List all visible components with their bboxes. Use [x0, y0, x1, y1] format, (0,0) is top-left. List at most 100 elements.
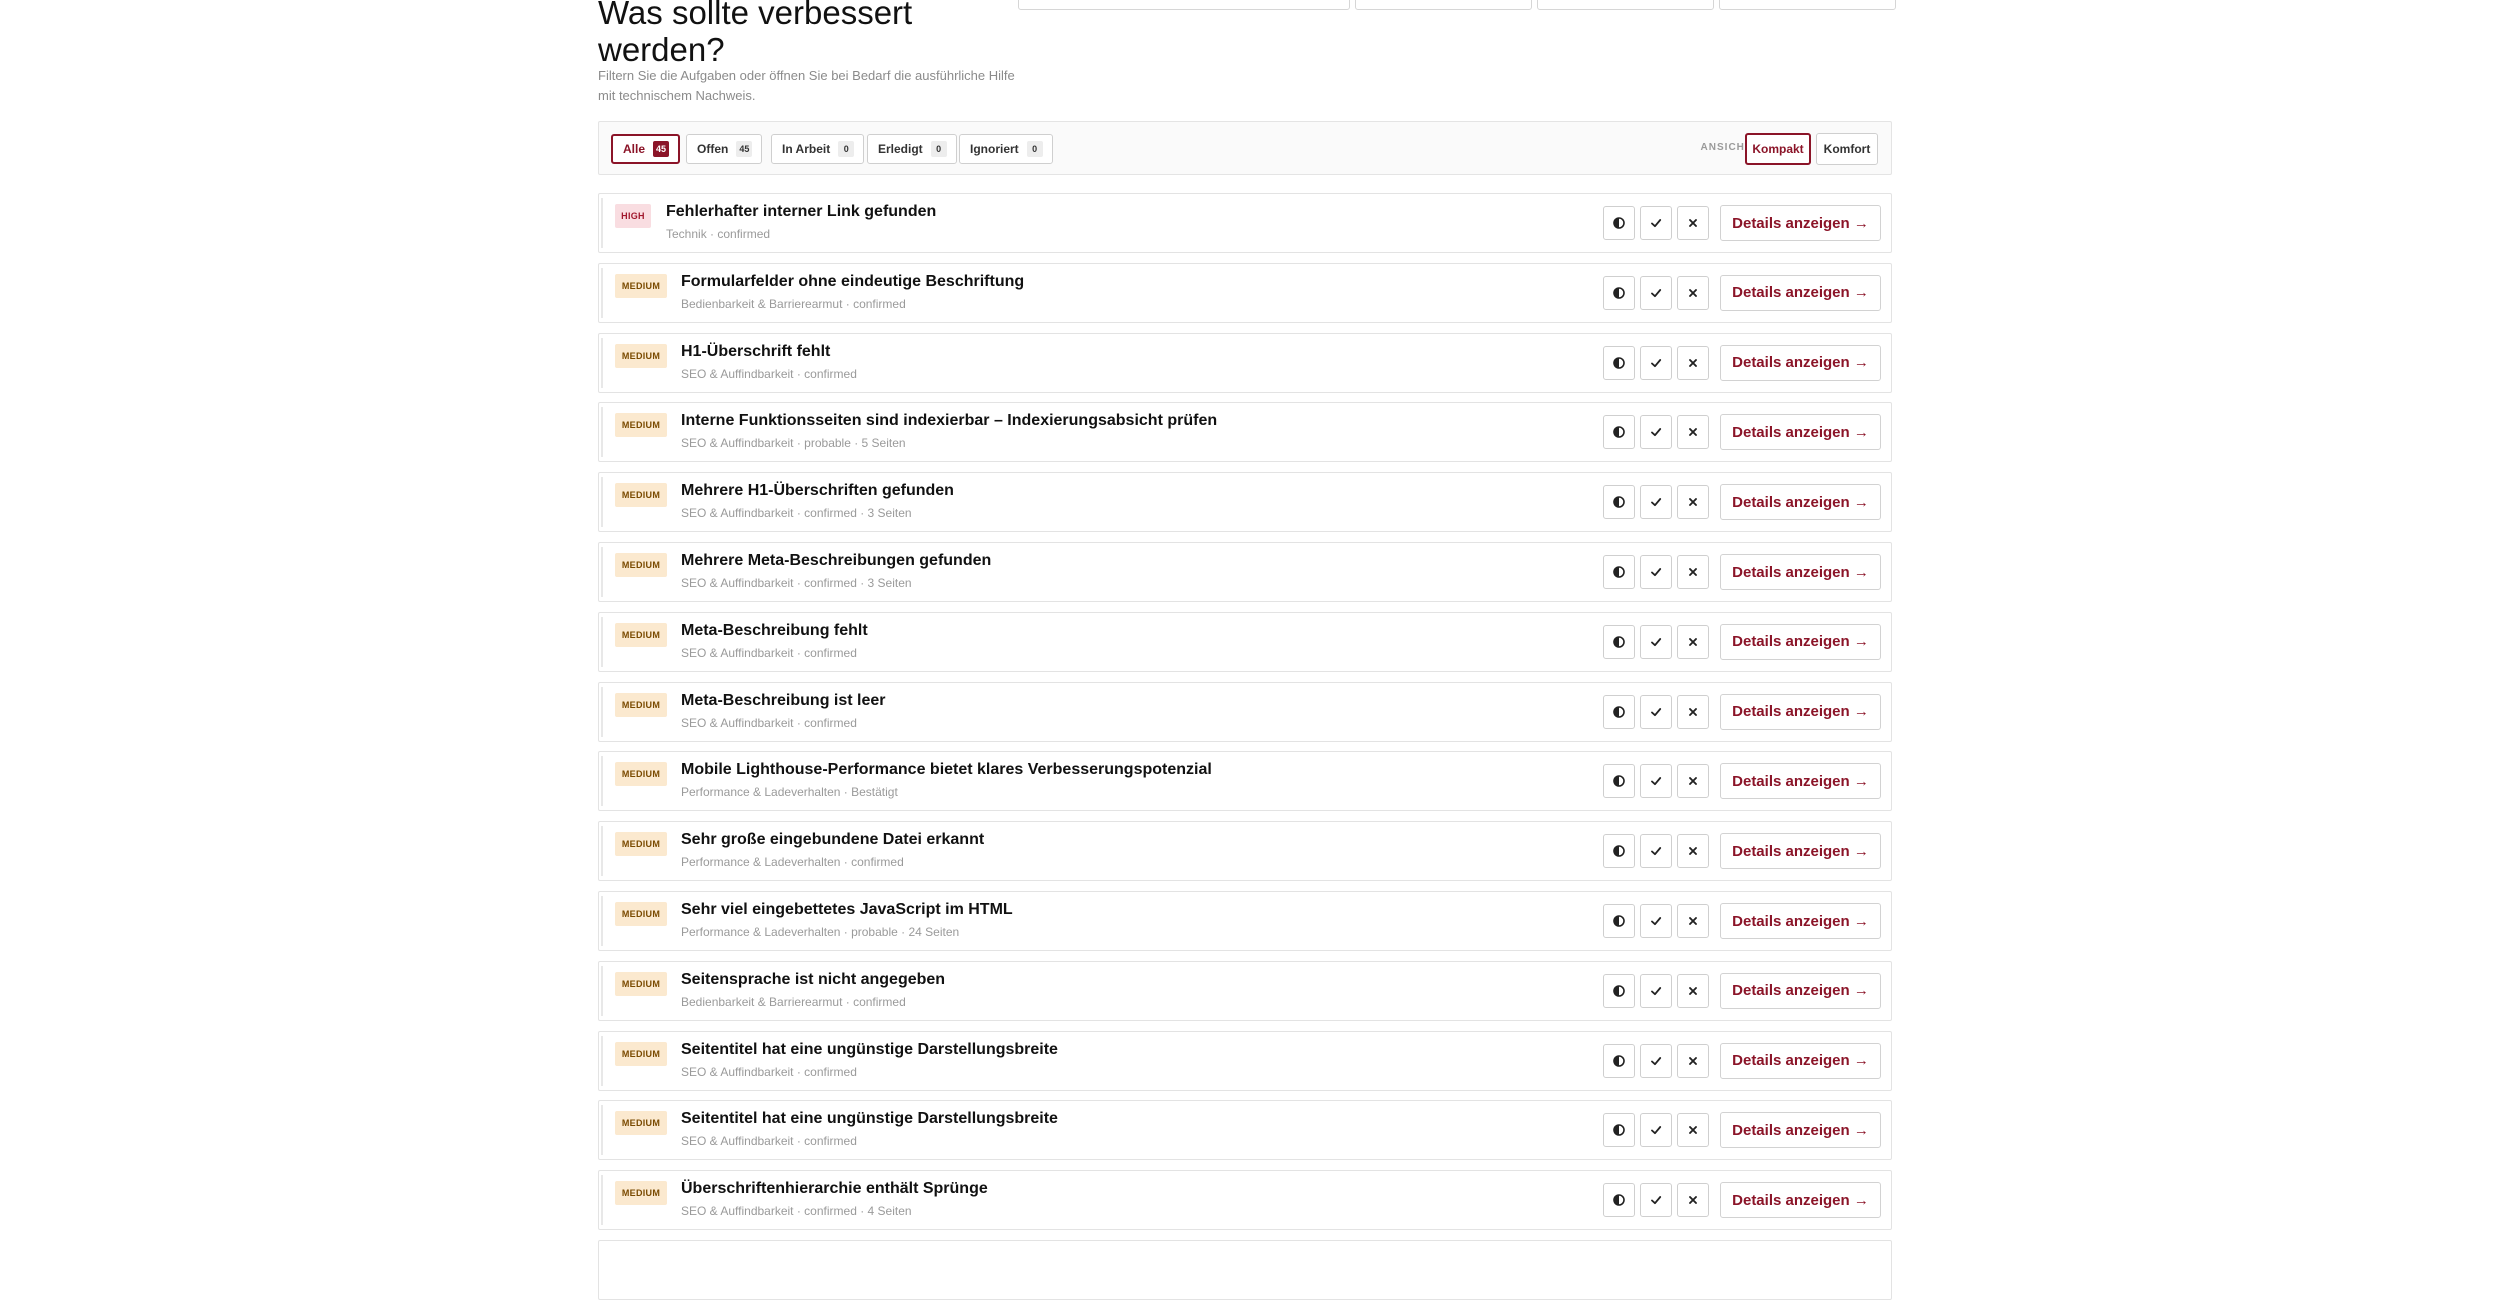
details-button[interactable]: Details anzeigen →	[1720, 484, 1881, 521]
issue-row: HIGH Fehlerhafter interner Link gefunden T…	[598, 193, 1892, 253]
details-button[interactable]: Details anzeigen →	[1720, 903, 1881, 939]
half-circle-icon	[1613, 705, 1625, 718]
details-button[interactable]: Details anzeigen →	[1720, 554, 1881, 590]
issue-title: Interne Funktionsseiten sind indexierbar…	[681, 412, 1218, 430]
mark-done-button[interactable]	[1640, 345, 1672, 380]
half-circle-icon	[1613, 426, 1625, 439]
mark-in-progress-button[interactable]	[1603, 834, 1635, 869]
severity-badge: MEDIUM	[615, 902, 667, 926]
mark-in-progress-button[interactable]	[1603, 1043, 1635, 1078]
issue-meta: Performance & Ladeverhalten · probable ·…	[681, 925, 960, 939]
close-icon	[1688, 497, 1698, 507]
close-icon	[1688, 1125, 1698, 1135]
ignore-button[interactable]	[1677, 555, 1709, 589]
mark-done-button[interactable]	[1640, 485, 1672, 520]
mark-done-button[interactable]	[1640, 1043, 1672, 1078]
ignore-button[interactable]	[1677, 1183, 1709, 1218]
view-komfort-button[interactable]: Komfort	[1816, 133, 1878, 165]
mark-in-progress-button[interactable]	[1603, 206, 1635, 240]
details-button[interactable]: Details anzeigen →	[1720, 1042, 1881, 1079]
half-circle-icon	[1613, 217, 1625, 229]
check-icon	[1650, 706, 1662, 718]
mark-done-button[interactable]	[1640, 415, 1672, 450]
mark-in-progress-button[interactable]	[1603, 485, 1635, 520]
details-button[interactable]: Details anzeigen →	[1720, 205, 1881, 241]
mark-in-progress-button[interactable]	[1603, 694, 1635, 729]
details-button[interactable]: Details anzeigen →	[1720, 833, 1881, 870]
ignore-button[interactable]	[1677, 694, 1709, 729]
close-icon	[1688, 358, 1698, 368]
mark-done-button[interactable]	[1640, 624, 1672, 659]
filter-chip-offen[interactable]: Offen 45	[686, 134, 763, 164]
issue-title: Mehrere Meta-Beschreibungen gefunden	[681, 552, 992, 569]
category-select-partial[interactable]	[1355, 0, 1532, 10]
sort-select-partial[interactable]	[1719, 0, 1896, 10]
filter-chip-label: Ignoriert	[970, 142, 1019, 156]
mark-in-progress-button[interactable]	[1603, 973, 1635, 1008]
mark-done-button[interactable]	[1640, 973, 1672, 1008]
severity-badge: MEDIUM	[615, 762, 667, 787]
ignore-button[interactable]	[1677, 973, 1709, 1008]
mark-done-button[interactable]	[1640, 206, 1672, 240]
row-accent	[601, 896, 603, 946]
ignore-button[interactable]	[1677, 904, 1709, 938]
mark-in-progress-button[interactable]	[1603, 764, 1635, 799]
issue-title: Mobile Lighthouse-Performance bietet kla…	[681, 761, 1212, 779]
ignore-button[interactable]	[1677, 206, 1709, 240]
mark-in-progress-button[interactable]	[1603, 1113, 1635, 1148]
details-button[interactable]: Details anzeigen →	[1720, 693, 1881, 730]
mark-in-progress-button[interactable]	[1603, 1183, 1635, 1218]
search-field-partial[interactable]	[1018, 0, 1350, 10]
mark-in-progress-button[interactable]	[1603, 345, 1635, 380]
filter-chip-erledigt[interactable]: Erledigt 0	[867, 134, 957, 164]
ignore-button[interactable]	[1677, 834, 1709, 869]
mark-done-button[interactable]	[1640, 834, 1672, 869]
mark-done-button[interactable]	[1640, 1113, 1672, 1148]
details-button[interactable]: Details anzeigen →	[1720, 1112, 1881, 1149]
ignore-button[interactable]	[1677, 624, 1709, 659]
details-button[interactable]: Details anzeigen →	[1720, 414, 1881, 451]
mark-in-progress-button[interactable]	[1603, 624, 1635, 659]
filter-chip-count: 0	[838, 141, 855, 157]
row-accent	[601, 337, 603, 388]
ignore-button[interactable]	[1677, 1113, 1709, 1148]
details-button[interactable]: Details anzeigen →	[1720, 274, 1881, 311]
details-button[interactable]: Details anzeigen →	[1720, 344, 1881, 381]
filter-chip-in-arbeit[interactable]: In Arbeit 0	[771, 134, 865, 164]
mark-done-button[interactable]	[1640, 764, 1672, 799]
close-icon	[1688, 1195, 1698, 1205]
filter-chip-alle[interactable]: Alle 45	[611, 134, 681, 164]
mark-in-progress-button[interactable]	[1603, 555, 1635, 589]
ignore-button[interactable]	[1677, 764, 1709, 799]
ignore-button[interactable]	[1677, 415, 1709, 450]
mark-in-progress-button[interactable]	[1603, 415, 1635, 450]
mark-done-button[interactable]	[1640, 275, 1672, 310]
details-button[interactable]: Details anzeigen →	[1720, 972, 1881, 1009]
ignore-button[interactable]	[1677, 275, 1709, 310]
check-icon	[1650, 566, 1662, 578]
row-accent	[601, 547, 603, 597]
ignore-button[interactable]	[1677, 345, 1709, 380]
ignore-button[interactable]	[1677, 1043, 1709, 1078]
half-circle-icon	[1613, 984, 1625, 997]
details-button[interactable]: Details anzeigen →	[1720, 1182, 1881, 1219]
severity-select-partial[interactable]	[1537, 0, 1714, 10]
issue-title: Meta-Beschreibung fehlt	[681, 621, 868, 639]
mark-done-button[interactable]	[1640, 1183, 1672, 1218]
issue-meta: SEO & Auffindbarkeit · confirmed	[681, 1064, 857, 1079]
mark-in-progress-button[interactable]	[1603, 275, 1635, 310]
mark-in-progress-button[interactable]	[1603, 904, 1635, 938]
details-button[interactable]: Details anzeigen →	[1720, 763, 1881, 800]
filter-chip-ignoriert[interactable]: Ignoriert 0	[959, 134, 1053, 164]
view-kompakt-button[interactable]: Kompakt	[1745, 133, 1811, 165]
row-accent	[601, 965, 603, 1016]
mark-done-button[interactable]	[1640, 904, 1672, 938]
ignore-button[interactable]	[1677, 485, 1709, 520]
mark-done-button[interactable]	[1640, 694, 1672, 729]
issue-row: MEDIUM Formularfelder ohne eindeutige Bes…	[598, 262, 1892, 323]
issue-row: MEDIUM Mehrere H1-Überschriften gefunden S…	[598, 472, 1892, 533]
issue-title: Meta-Beschreibung ist leer	[681, 691, 886, 709]
mark-done-button[interactable]	[1640, 555, 1672, 589]
details-button[interactable]: Details anzeigen →	[1720, 623, 1881, 660]
half-circle-icon	[1613, 1124, 1625, 1137]
